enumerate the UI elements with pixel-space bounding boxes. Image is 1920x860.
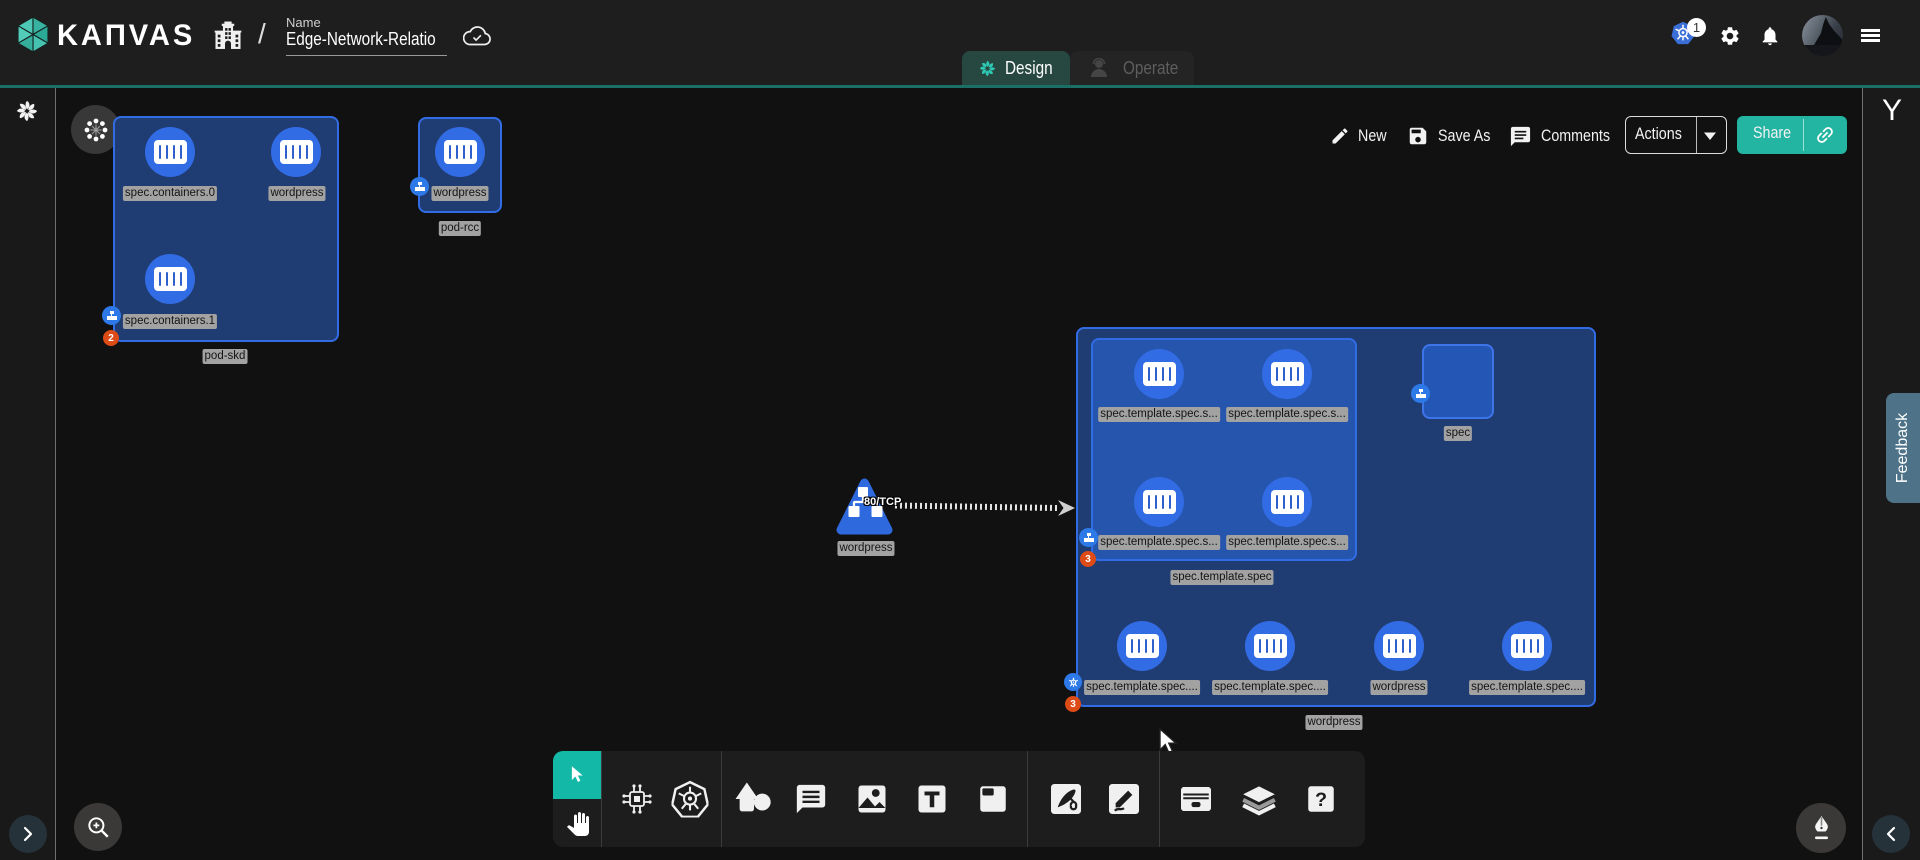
svg-text:?: ? [1315, 789, 1327, 811]
